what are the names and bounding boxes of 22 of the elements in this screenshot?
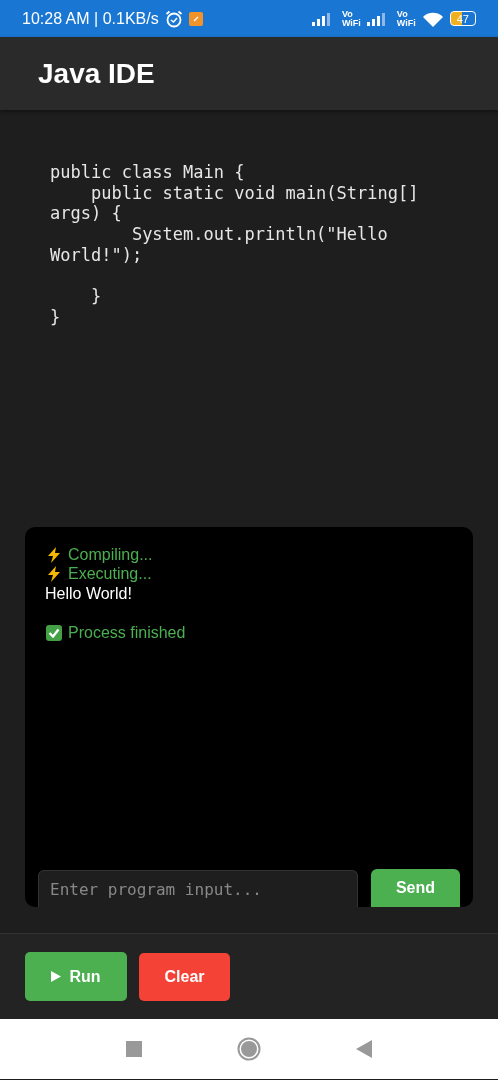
code-editor-text[interactable]: public class Main { public static void main(String[] args) { System.out.println("Hello World!"); } } <box>50 162 442 328</box>
lightning-icon <box>45 545 63 564</box>
notification-icon <box>188 11 203 26</box>
check-icon <box>45 623 63 642</box>
status-time: 10:28 AM | 0.1KB/s <box>22 9 159 28</box>
home-icon[interactable] <box>237 1037 261 1061</box>
app-title: Java IDE <box>38 57 155 90</box>
console-status-text: Process finished <box>68 623 186 642</box>
clear-button[interactable]: Clear <box>139 952 230 1001</box>
lightning-icon <box>45 565 63 584</box>
console-output-text: Hello World! <box>45 584 132 603</box>
alarm-icon <box>164 9 183 28</box>
program-input-field[interactable]: Enter program input... <box>38 870 358 907</box>
vowifi-label: Vo WiFi <box>396 9 416 28</box>
play-icon <box>51 971 62 982</box>
run-button[interactable]: Run <box>25 952 127 1001</box>
vowifi-label: Vo WiFi <box>341 9 361 28</box>
console-status-text: Executing... <box>68 565 152 584</box>
back-icon[interactable] <box>356 1040 372 1058</box>
wifi-icon <box>421 10 444 27</box>
console-status-text: Compiling... <box>68 545 153 564</box>
send-button[interactable]: Send <box>371 869 460 907</box>
